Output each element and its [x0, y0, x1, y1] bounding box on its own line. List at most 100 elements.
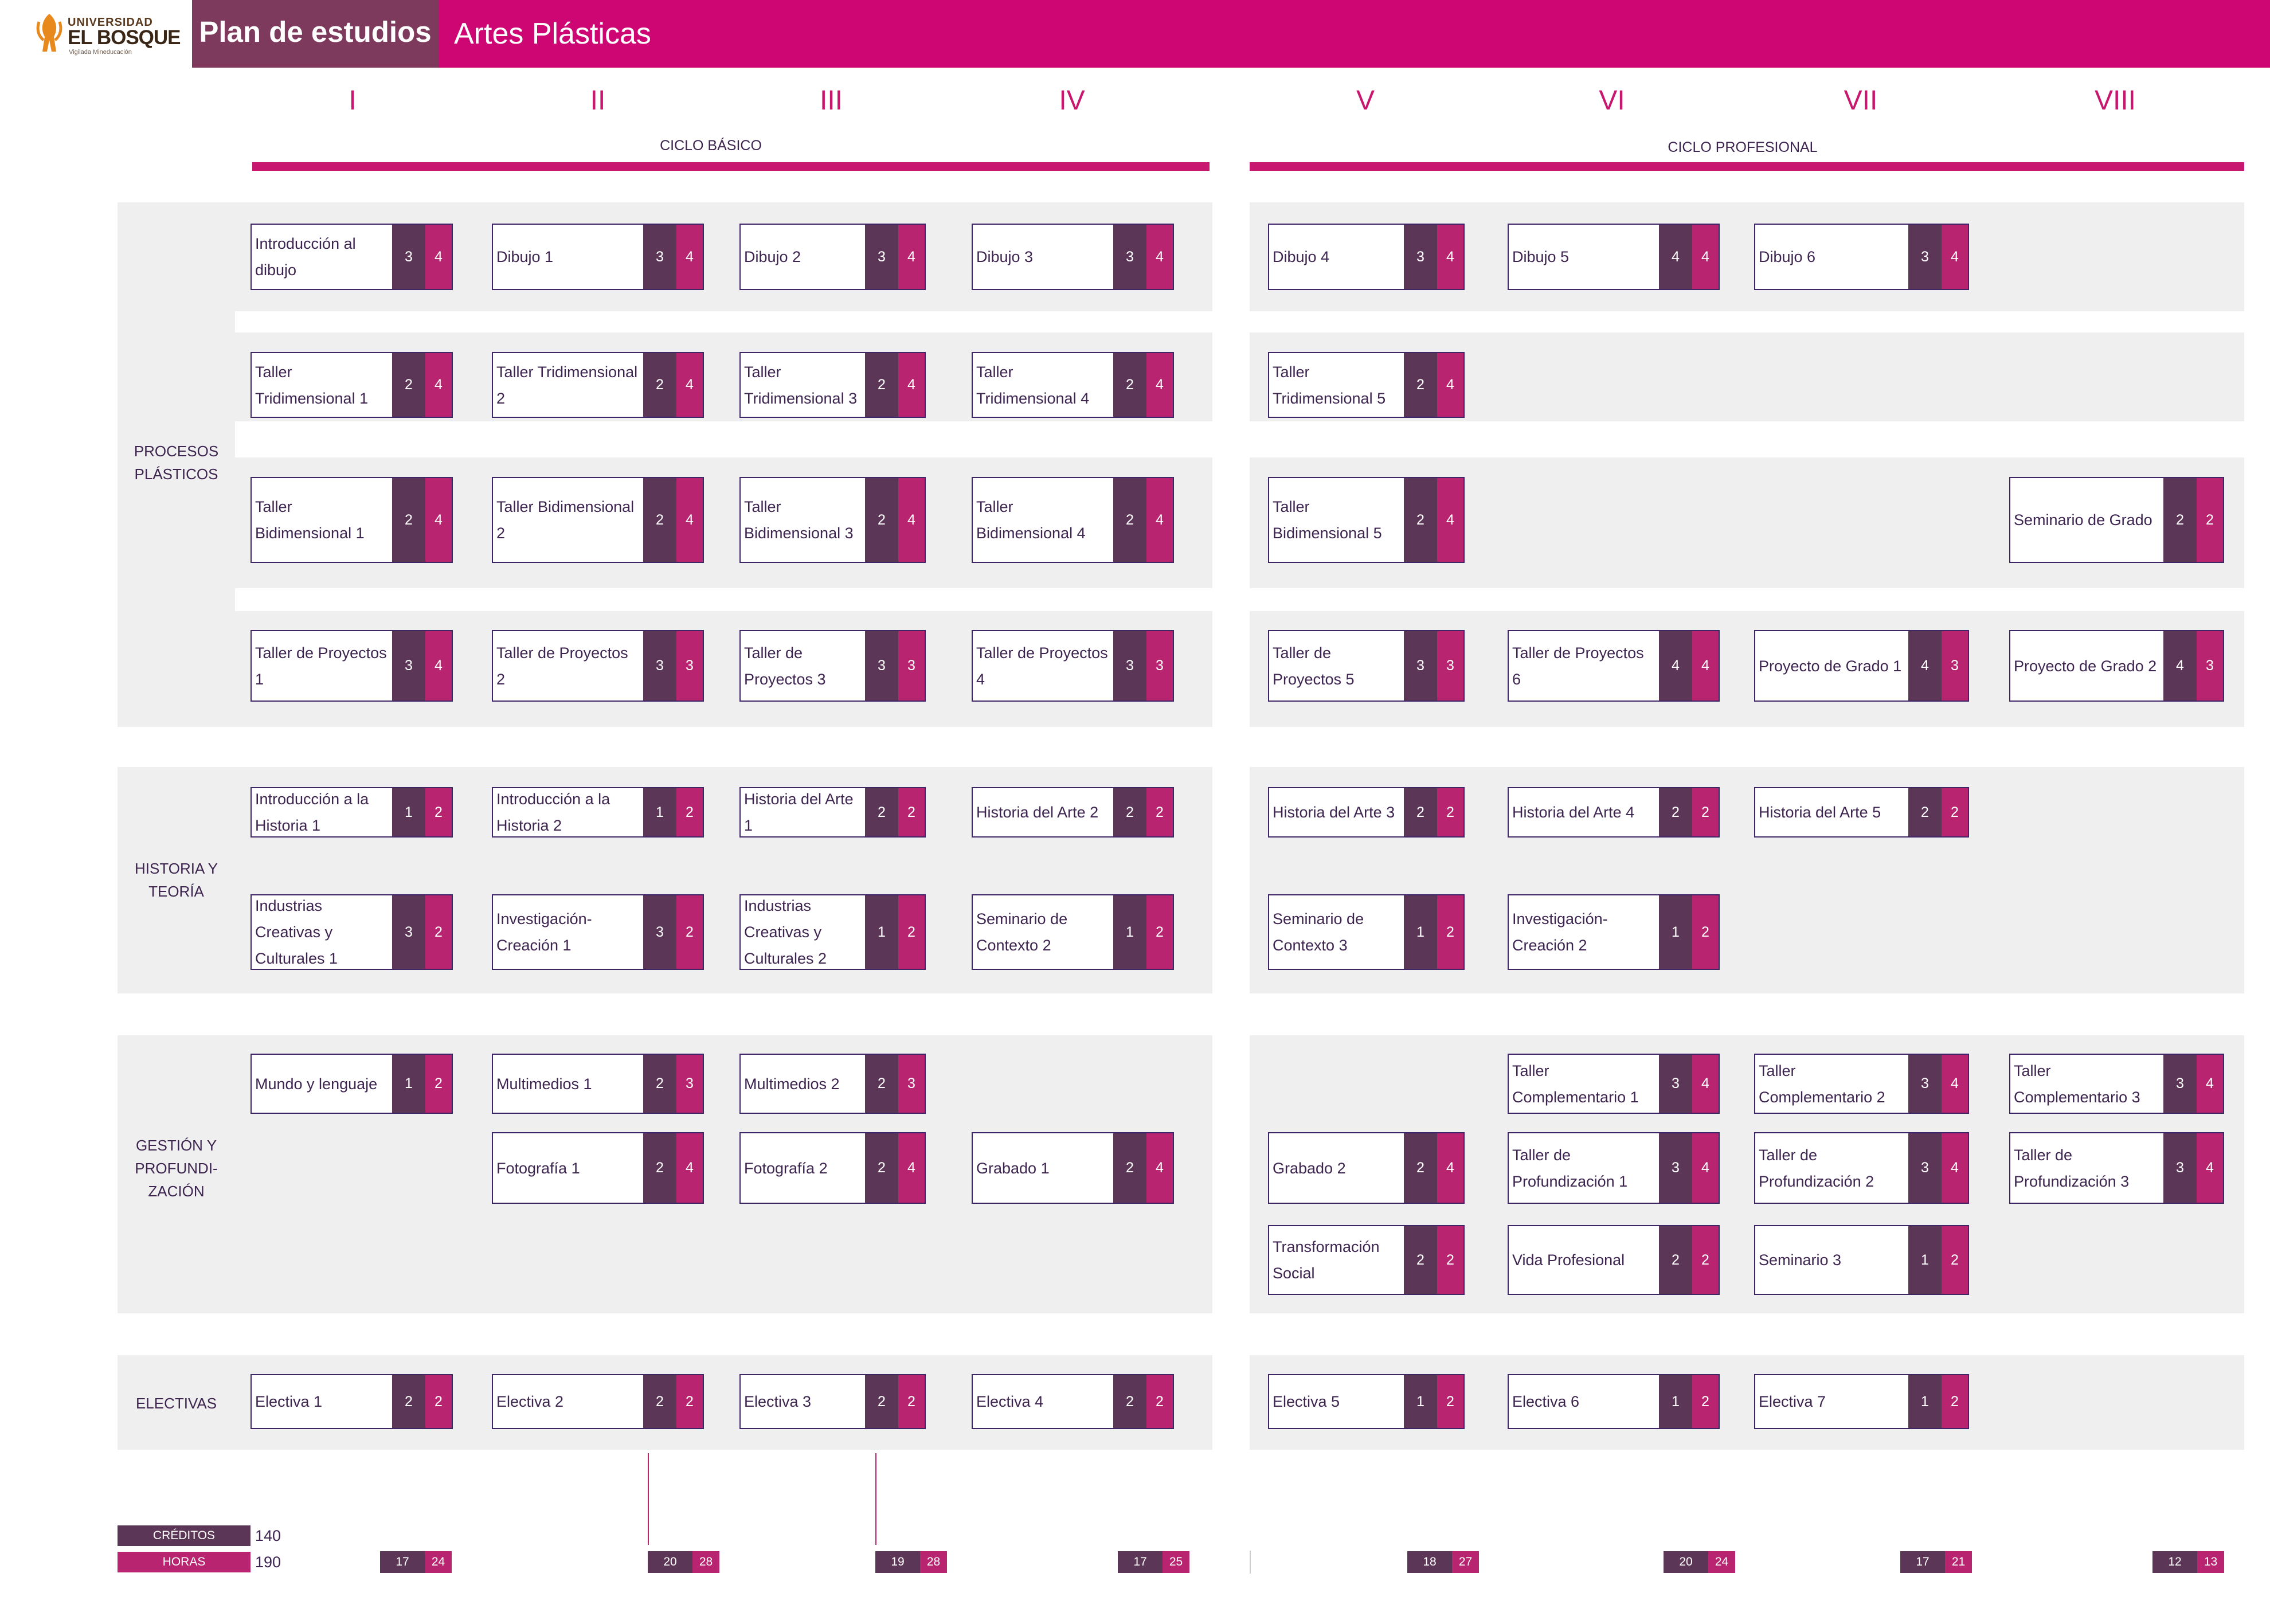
credits-total: 140: [255, 1527, 281, 1544]
course-card[interactable]: Dibujo 6 34: [1754, 224, 1969, 290]
course-card[interactable]: Taller de Proyectos 2 33: [492, 630, 704, 702]
course-card[interactable]: Seminario de Contexto 3 12: [1268, 894, 1465, 970]
course-card[interactable]: Taller Tridimensional 224: [492, 352, 704, 418]
course-card[interactable]: Grabado 2 24: [1268, 1132, 1465, 1204]
course-hours: 4: [676, 225, 703, 289]
course-credits: 3: [392, 225, 425, 289]
course-card[interactable]: Proyecto de Grado 1 43: [1754, 630, 1969, 702]
area-label-electivas: ELECTIVAS: [135, 1395, 217, 1412]
course-hours: 2: [1692, 1226, 1719, 1294]
course-credits: 3: [1404, 225, 1437, 289]
course-card[interactable]: Proyecto de Grado 2 43: [2009, 630, 2224, 702]
course-card[interactable]: Mundo y lenguaje 1 2: [251, 1054, 453, 1114]
course-credits: 3: [1659, 1133, 1692, 1203]
course-credits: 1: [865, 895, 898, 969]
course-card[interactable]: Seminario 3 12: [1754, 1225, 1969, 1295]
course-card[interactable]: Historia del Arte 5 22: [1754, 787, 1969, 838]
semester-heading: I: [349, 85, 357, 116]
course-card[interactable]: Taller de Proyectos 134: [251, 630, 453, 702]
course-card[interactable]: Electiva 2 22: [492, 1374, 704, 1429]
course-card[interactable]: Taller Bidimensional 5 24: [1268, 477, 1465, 563]
connector-line: [875, 1453, 876, 1545]
course-hours: 2: [1437, 1375, 1463, 1428]
course-card[interactable]: Dibujo 1 34: [492, 224, 704, 290]
course-card[interactable]: Historia del Arte 2 22: [972, 787, 1174, 838]
course-card[interactable]: Electiva 5 12: [1268, 1374, 1465, 1429]
course-card[interactable]: Multimedios 2 23: [739, 1054, 926, 1114]
course-card[interactable]: Fotografía 2 24: [739, 1132, 926, 1204]
course-card[interactable]: Taller Complementario 2 34: [1754, 1054, 1969, 1114]
course-hours: 2: [425, 1055, 452, 1113]
course-card[interactable]: Electiva 1 22: [251, 1374, 453, 1429]
course-card[interactable]: Dibujo 3 34: [972, 224, 1174, 290]
course-name: Introducción al dibujo: [255, 235, 356, 279]
course-name: Taller Tridimensional 4: [976, 363, 1090, 407]
course-card[interactable]: Vida Profesional 2 2: [1508, 1225, 1720, 1295]
course-card[interactable]: Taller Tridimensional 4 24: [972, 352, 1174, 418]
course-card[interactable]: Taller de Proyectos 6 44: [1508, 630, 1720, 702]
course-card[interactable]: Taller Tridimensional 1 24: [251, 352, 453, 418]
course-card[interactable]: Dibujo 4 34: [1268, 224, 1465, 290]
course-card[interactable]: Taller Tridimensional 324: [739, 352, 926, 418]
course-credits: 3: [2163, 1133, 2197, 1203]
course-card[interactable]: Fotografía 1 24: [492, 1132, 704, 1204]
course-hours: 4: [425, 225, 452, 289]
course-card[interactable]: Taller Bidimensional 224: [492, 477, 704, 563]
course-card[interactable]: Introducción a la Historia 1 12: [251, 787, 453, 838]
course-card[interactable]: Investigación-Creación 1 32: [492, 894, 704, 970]
course-hours: 2: [676, 895, 703, 969]
course-card[interactable]: Dibujo 2 34: [739, 224, 926, 290]
course-hours: 4: [898, 1133, 925, 1203]
course-name: Taller Tridimensional 5: [1273, 363, 1386, 407]
course-credits: 2: [1113, 788, 1146, 836]
course-card[interactable]: Grabado 1 24: [972, 1132, 1174, 1204]
course-name: Electiva 5: [1273, 1393, 1340, 1410]
semester-total-credits: 19: [875, 1551, 920, 1573]
course-card[interactable]: Industrias Creativas y Culturales 2 12: [739, 894, 926, 970]
course-name: Seminario de Contexto 3: [1273, 910, 1364, 954]
semester-heading: II: [590, 85, 606, 116]
course-card[interactable]: Multimedios 1 23: [492, 1054, 704, 1114]
course-name: Electiva 4: [976, 1393, 1044, 1410]
course-credits: 4: [2163, 631, 2197, 701]
course-credits: 2: [1404, 1226, 1437, 1294]
course-hours: 3: [676, 631, 703, 701]
course-credits: 2: [1659, 788, 1692, 836]
course-credits: 2: [865, 1375, 898, 1428]
course-card[interactable]: Industrias Creativas y Culturales 1 32: [251, 894, 453, 970]
course-card[interactable]: Taller de Proyectos 5 33: [1268, 630, 1465, 702]
course-card[interactable]: Historia del Arte 3 22: [1268, 787, 1465, 838]
course-hours: 4: [1942, 225, 1968, 289]
course-credits: 2: [1659, 1226, 1692, 1294]
course-card[interactable]: Seminario de Contexto 2 12: [972, 894, 1174, 970]
semester-total-hours: 28: [920, 1551, 947, 1573]
course-card[interactable]: Taller de Profundización 2 34: [1754, 1132, 1969, 1204]
course-card[interactable]: Introducción a la Historia 2 12: [492, 787, 704, 838]
course-card[interactable]: Taller Bidimensional 1 24: [251, 477, 453, 563]
course-card[interactable]: Taller Complementario 3 34: [2009, 1054, 2224, 1114]
course-credits: 2: [643, 1133, 676, 1203]
course-card[interactable]: Historia del Arte 1 22: [739, 787, 926, 838]
course-card[interactable]: Transformación Social 2 2: [1268, 1225, 1465, 1295]
course-hours: 4: [1692, 1133, 1719, 1203]
course-card[interactable]: Taller de Profundización 3 34: [2009, 1132, 2224, 1204]
course-card[interactable]: Dibujo 5 44: [1508, 224, 1720, 290]
course-card[interactable]: Electiva 4 22: [972, 1374, 1174, 1429]
course-card[interactable]: Electiva 6 12: [1508, 1374, 1720, 1429]
course-name: Historia del Arte 5: [1759, 804, 1881, 821]
course-card[interactable]: Introducción al dibujo 3 4: [251, 224, 453, 290]
course-card[interactable]: Historia del Arte 4 22: [1508, 787, 1720, 838]
course-card[interactable]: Taller Bidimensional 324: [739, 477, 926, 563]
course-name: Industrias Creativas y Culturales 2: [744, 897, 827, 967]
course-card[interactable]: Investigación-Creación 2 12: [1508, 894, 1720, 970]
course-card[interactable]: Taller de Profundización 1 34: [1508, 1132, 1720, 1204]
course-card[interactable]: Electiva 3 22: [739, 1374, 926, 1429]
course-card[interactable]: Taller Complementario 1 34: [1508, 1054, 1720, 1114]
course-card[interactable]: Taller de Proyectos 3 33: [739, 630, 926, 702]
course-card[interactable]: Taller Tridimensional 5 24: [1268, 352, 1465, 418]
course-card[interactable]: Taller Bidimensional 4 24: [972, 477, 1174, 563]
course-card[interactable]: Seminario de Grado 2 2: [2009, 477, 2224, 563]
course-card[interactable]: Electiva 7 12: [1754, 1374, 1969, 1429]
course-name: Historia del Arte 1: [744, 791, 854, 834]
course-card[interactable]: Taller de Proyectos 433: [972, 630, 1174, 702]
